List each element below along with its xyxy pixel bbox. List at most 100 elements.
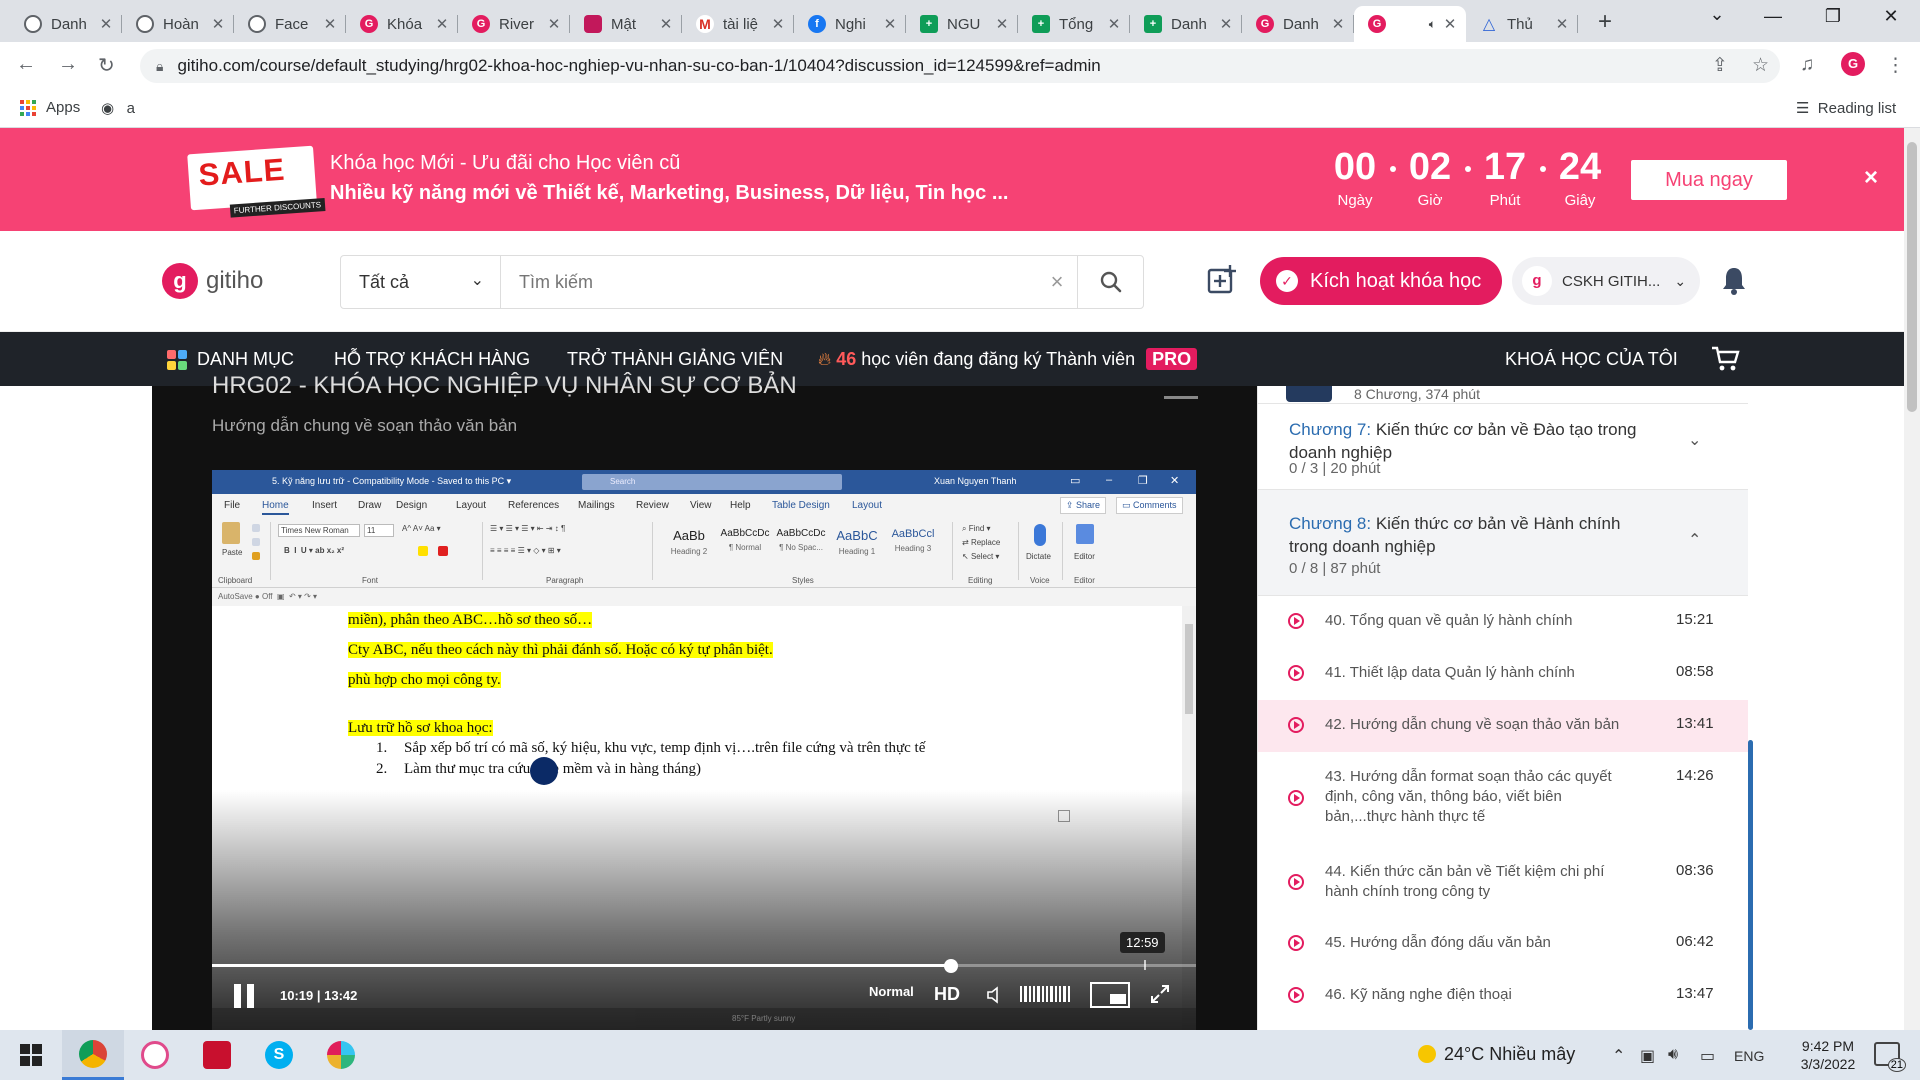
close-tab-icon[interactable]: ✕: [1106, 15, 1122, 33]
tab[interactable]: Hoàn ✕: [122, 6, 234, 42]
notification-bell-icon[interactable]: [1720, 265, 1748, 300]
tray-volume-icon[interactable]: 🔊︎: [1668, 1046, 1678, 1064]
tab[interactable]: + Danh ✕: [1130, 6, 1242, 42]
clear-search-icon[interactable]: ×: [1037, 269, 1077, 295]
close-banner-icon[interactable]: ×: [1864, 164, 1878, 192]
tab[interactable]: Mật ✕: [570, 6, 682, 42]
tab[interactable]: G River ✕: [458, 6, 570, 42]
taskbar-clock[interactable]: 9:42 PM 3/3/2022: [1788, 1037, 1868, 1073]
video-progress-handle[interactable]: [943, 959, 958, 973]
back-icon[interactable]: ←: [16, 53, 36, 76]
video-progress-bar[interactable]: [212, 964, 1196, 967]
search-category-select[interactable]: Tất cả ⌄: [341, 256, 501, 308]
lesson-item[interactable]: 41. Thiết lập data Quản lý hành chính 08…: [1258, 648, 1748, 700]
close-tab-icon[interactable]: ✕: [1442, 15, 1458, 33]
tab-search-icon[interactable]: ⌄: [1694, 4, 1740, 25]
lesson-item[interactable]: 45. Hướng dẫn đóng dấu văn bản 06:42: [1258, 918, 1748, 970]
tab[interactable]: + NGU ✕: [906, 6, 1018, 42]
buy-now-button[interactable]: Mua ngay: [1631, 160, 1787, 200]
close-tab-icon[interactable]: ✕: [546, 15, 562, 33]
chapter-8[interactable]: Chương 8: Kiến thức cơ bản về Hành chính…: [1258, 490, 1748, 596]
taskbar-skype[interactable]: S: [248, 1030, 310, 1080]
tray-network-icon[interactable]: ▣: [1640, 1046, 1655, 1066]
tab-active[interactable]: G 🔈︎ ✕: [1354, 6, 1466, 42]
taskbar-slack[interactable]: [310, 1030, 372, 1080]
lesson-item[interactable]: 44. Kiến thức căn bản về Tiết kiệm chi p…: [1258, 846, 1748, 918]
word-comments-label: Comments: [1133, 500, 1177, 510]
profile-avatar[interactable]: G: [1841, 52, 1865, 76]
taskbar-mcafee[interactable]: [186, 1030, 248, 1080]
bookmark-star-icon[interactable]: ☆: [1752, 54, 1769, 77]
search-input[interactable]: [501, 256, 1037, 308]
address-bar[interactable]: 🔒︎ gitiho.com/course/default_studying/hr…: [140, 49, 1780, 83]
nav-customer-support[interactable]: HỖ TRỢ KHÁCH HÀNG: [334, 349, 530, 370]
pause-button[interactable]: [234, 984, 256, 1008]
volume-slider[interactable]: [1020, 986, 1070, 1002]
close-tab-icon[interactable]: ✕: [882, 15, 898, 33]
close-tab-icon[interactable]: ✕: [770, 15, 786, 33]
minimize-button[interactable]: —: [1750, 6, 1796, 27]
close-tab-icon[interactable]: ✕: [1330, 15, 1346, 33]
activate-course-button[interactable]: ✓ Kích hoạt khóa học: [1260, 257, 1502, 305]
close-tab-icon[interactable]: ✕: [658, 15, 674, 33]
account-menu-button[interactable]: g CSKH GITIH... ⌄: [1512, 257, 1700, 305]
tray-battery-icon[interactable]: ▭: [1700, 1046, 1715, 1066]
tray-language[interactable]: ENG: [1734, 1048, 1764, 1064]
new-tab-button[interactable]: +: [1598, 8, 1612, 36]
tab[interactable]: Face ✕: [234, 6, 346, 42]
close-tab-icon[interactable]: ✕: [434, 15, 450, 33]
tab[interactable]: + Tổng ✕: [1018, 6, 1130, 42]
taskbar-snip[interactable]: [124, 1030, 186, 1080]
search-button[interactable]: [1077, 256, 1143, 308]
volume-icon[interactable]: [986, 986, 1006, 1009]
tray-chevron-icon[interactable]: ⌃: [1612, 1046, 1625, 1066]
tab[interactable]: Mtài liệ ✕: [682, 6, 794, 42]
quality-button[interactable]: HD: [934, 984, 960, 1005]
chrome-menu-icon[interactable]: ⋮: [1886, 54, 1905, 77]
nav-become-instructor[interactable]: TRỞ THÀNH GIẢNG VIÊN: [567, 349, 783, 370]
video-frame[interactable]: 5. Kỹ năng lưu trữ - Compatibility Mode …: [212, 470, 1196, 1030]
tab[interactable]: f Nghi ✕: [794, 6, 906, 42]
share-icon[interactable]: ⇪: [1712, 54, 1728, 77]
add-course-icon[interactable]: [1206, 263, 1238, 295]
tab[interactable]: Danh ✕: [10, 6, 122, 42]
start-button[interactable]: [0, 1030, 62, 1080]
sidebar-scrollbar[interactable]: [1748, 740, 1753, 1030]
close-tab-icon[interactable]: ✕: [322, 15, 338, 33]
tab[interactable]: G Khóa ✕: [346, 6, 458, 42]
taskbar-weather[interactable]: 24°C Nhiều mây: [1418, 1044, 1575, 1065]
nav-my-courses[interactable]: KHOÁ HỌC CỦA TÔI: [1505, 349, 1678, 370]
bookmark-a[interactable]: ◉ a: [101, 99, 135, 117]
tab[interactable]: G Danh ✕: [1242, 6, 1354, 42]
fullscreen-icon[interactable]: [1150, 984, 1170, 1009]
maximize-button[interactable]: ❐: [1810, 6, 1856, 27]
tab[interactable]: △ Thủ ✕: [1466, 6, 1578, 42]
chapter-7[interactable]: Chương 7: Kiến thức cơ bản về Đào tạo tr…: [1258, 404, 1748, 490]
picture-in-picture-button[interactable]: [1090, 982, 1130, 1008]
menu-icon[interactable]: [1164, 396, 1198, 399]
close-tab-icon[interactable]: ✕: [98, 15, 114, 33]
nav-pro-membership[interactable]: 🔥︎ 46 học viên đang đăng ký Thành viên P…: [818, 348, 1198, 370]
lesson-item-active[interactable]: 42. Hướng dẫn chung về soạn thảo văn bản…: [1258, 700, 1748, 752]
media-control-icon[interactable]: ♫: [1800, 54, 1814, 76]
lesson-item[interactable]: 46. Kỹ năng nghe điện thoại 13:47: [1258, 970, 1748, 1022]
reading-list-button[interactable]: ☰ Reading list: [1796, 99, 1896, 117]
tab-audio-icon[interactable]: 🔈︎: [1429, 17, 1436, 32]
nav-categories[interactable]: DANH MỤC: [197, 349, 294, 370]
close-tab-icon[interactable]: ✕: [1554, 15, 1570, 33]
page-scrollbar-thumb[interactable]: [1907, 142, 1917, 412]
close-window-button[interactable]: ✕: [1868, 6, 1914, 27]
cart-icon[interactable]: [1710, 344, 1740, 377]
lesson-item[interactable]: 40. Tổng quan về quản lý hành chính 15:2…: [1258, 596, 1748, 648]
close-tab-icon[interactable]: ✕: [1218, 15, 1234, 33]
reload-icon[interactable]: ↻: [98, 53, 115, 78]
playback-speed-button[interactable]: Normal: [869, 984, 914, 999]
gitiho-logo[interactable]: g gitiho: [162, 263, 263, 299]
close-tab-icon[interactable]: ✕: [994, 15, 1010, 33]
forward-icon[interactable]: →: [58, 53, 78, 76]
taskbar-chrome[interactable]: [62, 1030, 124, 1080]
notification-center-icon[interactable]: 21: [1874, 1042, 1906, 1072]
lesson-item[interactable]: 43. Hướng dẫn format soạn thảo các quyết…: [1258, 752, 1748, 846]
close-tab-icon[interactable]: ✕: [210, 15, 226, 33]
apps-bookmark[interactable]: Apps: [46, 99, 80, 116]
